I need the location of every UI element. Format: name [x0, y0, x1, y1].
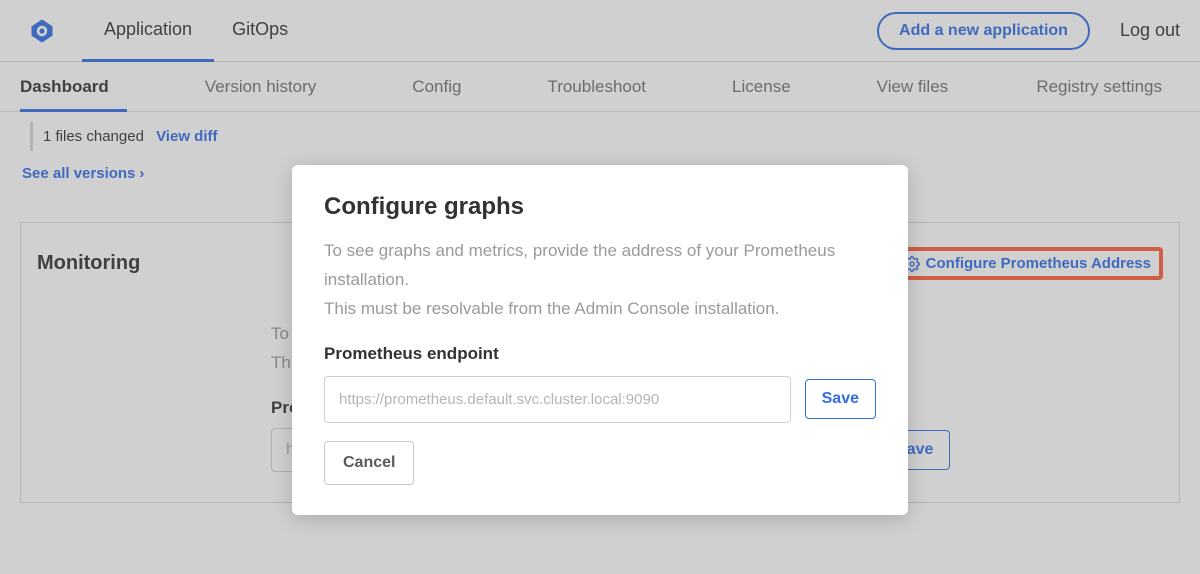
modal-overlay: Configure graphs To see graphs and metri…	[0, 0, 1200, 574]
modal-description-1: To see graphs and metrics, provide the a…	[324, 237, 876, 295]
modal-title: Configure graphs	[324, 193, 876, 221]
prometheus-endpoint-input[interactable]	[324, 376, 791, 423]
modal-field-label: Prometheus endpoint	[324, 344, 876, 364]
configure-graphs-modal: Configure graphs To see graphs and metri…	[292, 165, 908, 515]
modal-description-2: This must be resolvable from the Admin C…	[324, 295, 876, 324]
save-button[interactable]: Save	[805, 379, 876, 419]
cancel-button[interactable]: Cancel	[324, 441, 414, 485]
